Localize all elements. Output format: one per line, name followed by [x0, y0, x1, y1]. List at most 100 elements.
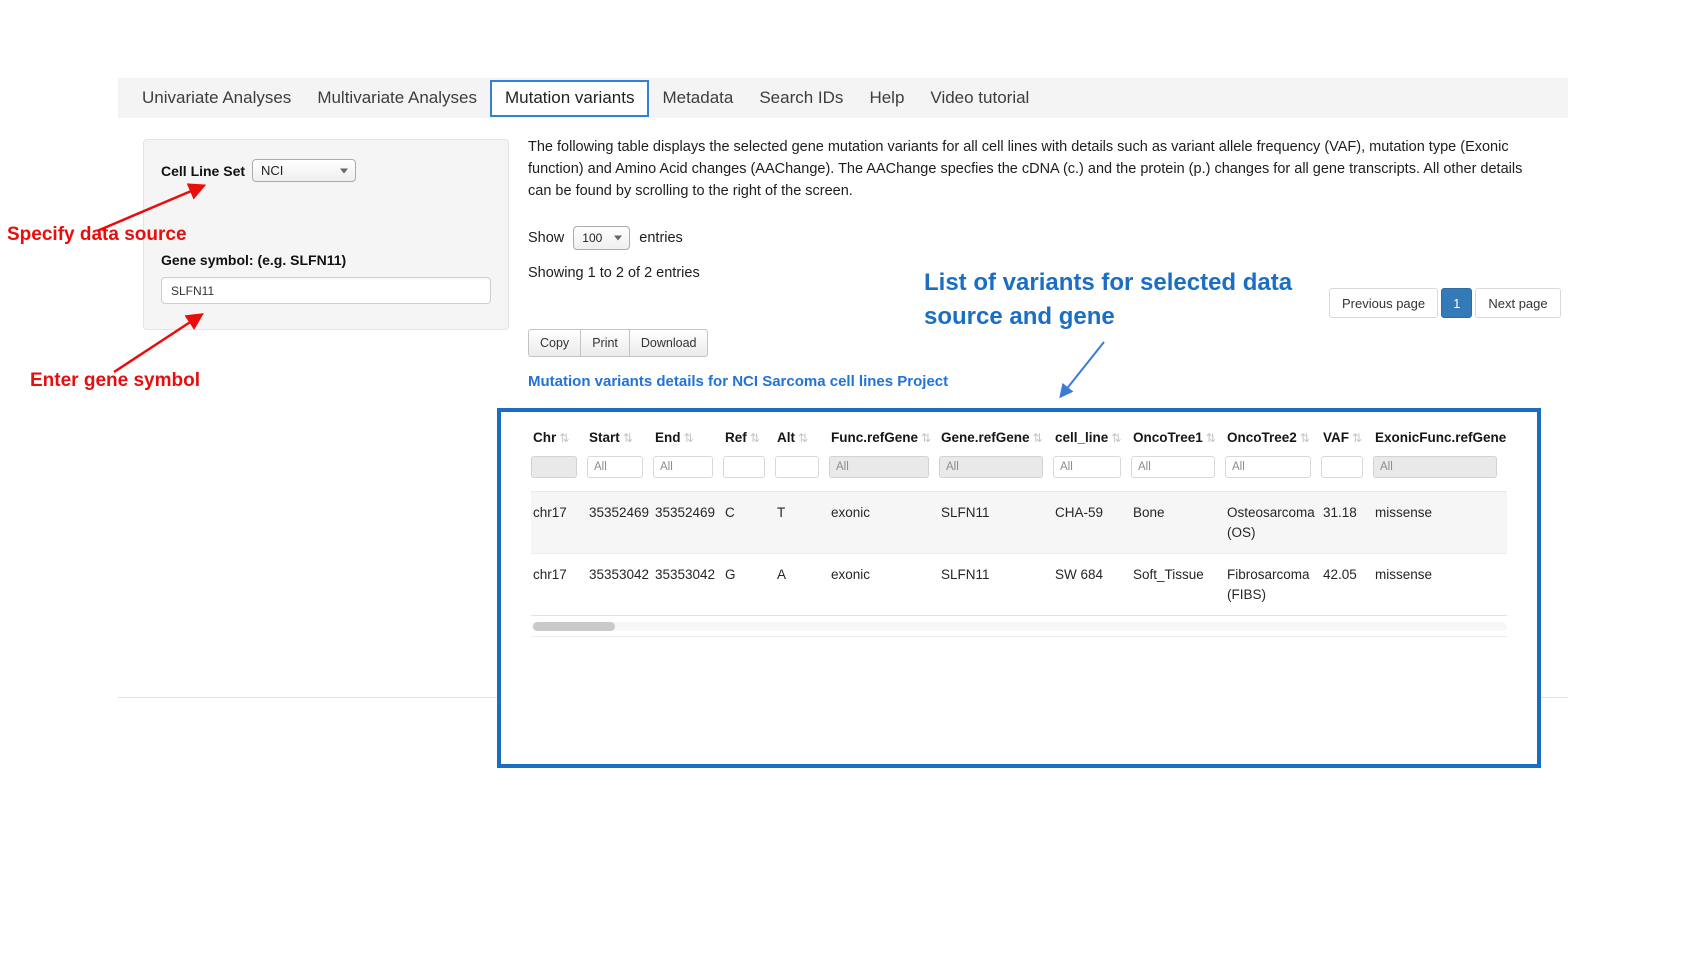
- column-label: Start: [589, 430, 620, 445]
- cell-ref: C: [723, 492, 775, 554]
- filter-input-gene-refgene[interactable]: [939, 456, 1043, 478]
- filter-cell: [1225, 456, 1321, 492]
- page: Univariate Analyses Multivariate Analyse…: [0, 0, 1700, 956]
- tab-mutation-variants[interactable]: Mutation variants: [490, 80, 649, 117]
- tab-metadata[interactable]: Metadata: [649, 78, 746, 118]
- variants-table: Chr⇅ Start⇅ End⇅ Ref⇅ Alt⇅ Func.refGene⇅…: [531, 425, 1507, 616]
- horizontal-scrollbar[interactable]: [531, 622, 1507, 631]
- cell-func-refgene: exonic: [829, 492, 939, 554]
- sort-icon: ⇅: [623, 431, 633, 445]
- filter-input-vaf[interactable]: [1321, 456, 1363, 478]
- cell-gene-refgene: SLFN11: [939, 492, 1053, 554]
- column-header-chr[interactable]: Chr⇅: [531, 425, 587, 456]
- column-label: OncoTree2: [1227, 430, 1297, 445]
- sort-icon: ⇅: [559, 431, 569, 445]
- chevron-down-icon: [340, 168, 348, 173]
- cell-gene-refgene: SLFN11: [939, 554, 1053, 616]
- tab-video-tutorial[interactable]: Video tutorial: [917, 78, 1042, 118]
- table-caption: Mutation variants details for NCI Sarcom…: [528, 373, 948, 390]
- sort-icon: ⇅: [921, 431, 931, 445]
- cell-start: 35353042: [587, 554, 653, 616]
- cell-chr: chr17: [531, 554, 587, 616]
- pagination: Previous page 1 Next page: [1329, 288, 1561, 318]
- filter-input-chr[interactable]: [531, 456, 577, 478]
- download-button[interactable]: Download: [629, 329, 709, 357]
- cell-alt: A: [775, 554, 829, 616]
- sort-icon: ⇅: [1111, 431, 1121, 445]
- column-header-end[interactable]: End⇅: [653, 425, 723, 456]
- tab-help[interactable]: Help: [856, 78, 917, 118]
- show-label: Show: [528, 230, 564, 246]
- cell-alt: T: [775, 492, 829, 554]
- filter-input-start[interactable]: [587, 456, 643, 478]
- tab-univariate-analyses[interactable]: Univariate Analyses: [129, 78, 304, 118]
- table-row[interactable]: chr17 35352469 35352469 C T exonic SLFN1…: [531, 492, 1507, 554]
- gene-symbol-input[interactable]: [161, 277, 491, 304]
- tab-search-ids[interactable]: Search IDs: [746, 78, 856, 118]
- cell-exonicfunc-refgene: missense: [1373, 554, 1507, 616]
- cell-end: 35352469: [653, 492, 723, 554]
- next-page-button[interactable]: Next page: [1475, 288, 1560, 318]
- scrollbar-thumb[interactable]: [533, 622, 615, 631]
- filter-input-cell-line[interactable]: [1053, 456, 1121, 478]
- column-header-ref[interactable]: Ref⇅: [723, 425, 775, 456]
- cell-ref: G: [723, 554, 775, 616]
- column-header-exonicfunc-refgene[interactable]: ExonicFunc.refGene⇅: [1373, 425, 1507, 456]
- current-page-button[interactable]: 1: [1441, 288, 1472, 318]
- filter-cell: [1321, 456, 1373, 492]
- cell-line-set-label: Cell Line Set: [161, 163, 245, 179]
- column-header-gene-refgene[interactable]: Gene.refGene⇅: [939, 425, 1053, 456]
- previous-page-button[interactable]: Previous page: [1329, 288, 1438, 318]
- print-button[interactable]: Print: [580, 329, 630, 357]
- list-of-variants-arrow: [1061, 342, 1104, 396]
- filter-cell: [723, 456, 775, 492]
- showing-entries-status: Showing 1 to 2 of 2 entries: [528, 265, 700, 281]
- column-label: VAF: [1323, 430, 1349, 445]
- filter-cell: [939, 456, 1053, 492]
- column-header-alt[interactable]: Alt⇅: [775, 425, 829, 456]
- cell-oncotree2: Fibrosarcoma (FIBS): [1225, 554, 1321, 616]
- cell-chr: chr17: [531, 492, 587, 554]
- column-label: End: [655, 430, 681, 445]
- filter-cell: [1131, 456, 1225, 492]
- cell-oncotree1: Soft_Tissue: [1131, 554, 1225, 616]
- cell-line-set-select[interactable]: NCI: [252, 159, 356, 182]
- column-header-oncotree1[interactable]: OncoTree1⇅: [1131, 425, 1225, 456]
- copy-button[interactable]: Copy: [528, 329, 581, 357]
- column-label: Alt: [777, 430, 795, 445]
- column-header-vaf[interactable]: VAF⇅: [1321, 425, 1373, 456]
- filter-row: [531, 456, 1507, 492]
- filter-input-oncotree1[interactable]: [1131, 456, 1215, 478]
- column-header-oncotree2[interactable]: OncoTree2⇅: [1225, 425, 1321, 456]
- filter-input-ref[interactable]: [723, 456, 765, 478]
- tab-multivariate-analyses[interactable]: Multivariate Analyses: [304, 78, 490, 118]
- gene-symbol-label: Gene symbol: (e.g. SLFN11): [161, 252, 491, 268]
- variants-table-container: Chr⇅ Start⇅ End⇅ Ref⇅ Alt⇅ Func.refGene⇅…: [497, 408, 1541, 768]
- table-description: The following table displays the selecte…: [528, 137, 1524, 202]
- filter-cell: [829, 456, 939, 492]
- filter-input-func-refgene[interactable]: [829, 456, 929, 478]
- top-navigation: Univariate Analyses Multivariate Analyse…: [118, 78, 1568, 118]
- filter-cell: [775, 456, 829, 492]
- cell-cell-line: CHA-59: [1053, 492, 1131, 554]
- filter-input-end[interactable]: [653, 456, 713, 478]
- filter-cell: [1373, 456, 1507, 492]
- filter-input-oncotree2[interactable]: [1225, 456, 1311, 478]
- annotation-enter-gene-symbol: Enter gene symbol: [30, 370, 200, 392]
- filter-cell: [531, 456, 587, 492]
- sort-icon: ⇅: [798, 431, 808, 445]
- export-button-group: Copy Print Download: [528, 329, 708, 357]
- column-header-func-refgene[interactable]: Func.refGene⇅: [829, 425, 939, 456]
- filter-input-alt[interactable]: [775, 456, 819, 478]
- page-length-select[interactable]: 100: [573, 226, 630, 250]
- table-row[interactable]: chr17 35353042 35353042 G A exonic SLFN1…: [531, 554, 1507, 616]
- column-header-cell-line[interactable]: cell_line⇅: [1053, 425, 1131, 456]
- cell-vaf: 31.18: [1321, 492, 1373, 554]
- entries-label: entries: [639, 230, 683, 246]
- header-row: Chr⇅ Start⇅ End⇅ Ref⇅ Alt⇅ Func.refGene⇅…: [531, 425, 1507, 456]
- page-length-control: Show 100 entries: [528, 226, 683, 250]
- column-header-start[interactable]: Start⇅: [587, 425, 653, 456]
- filter-input-exonicfunc-refgene[interactable]: [1373, 456, 1497, 478]
- column-label: Ref: [725, 430, 747, 445]
- sort-icon: ⇅: [1206, 431, 1216, 445]
